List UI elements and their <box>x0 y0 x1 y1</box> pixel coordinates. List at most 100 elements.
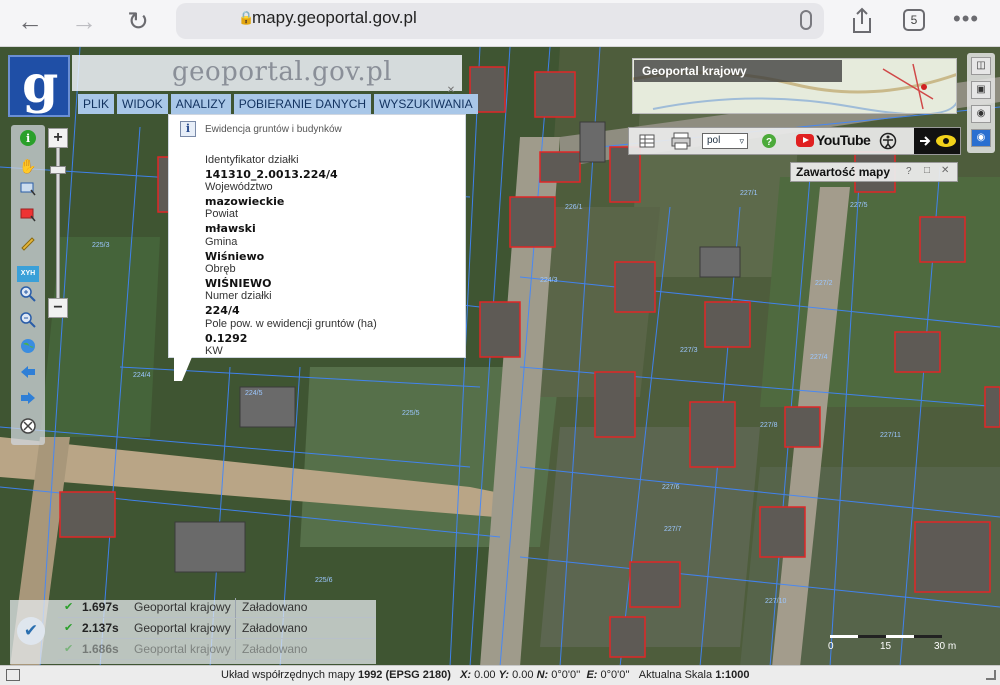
field-value-numer-dzialki: 224/4 <box>205 304 240 317</box>
parcel-label: 227/5 <box>850 202 868 209</box>
field-value-wojewodztwo: mazowieckie <box>205 195 285 208</box>
youtube-label: YouTube <box>816 132 871 148</box>
accessibility-icon[interactable] <box>879 132 897 150</box>
popup-close-icon[interactable]: ✕ <box>445 85 457 97</box>
reload-icon[interactable]: ↻ <box>120 6 156 36</box>
log-divider <box>235 640 236 660</box>
n-value: 0°0'0'' <box>551 669 581 681</box>
zoom-in-magnifier-icon[interactable] <box>16 285 40 307</box>
youtube-link[interactable]: YouTube <box>796 132 871 150</box>
log-time: 1.697s <box>82 600 119 614</box>
reset-cross-icon[interactable] <box>16 417 40 439</box>
high-contrast-toggle[interactable] <box>914 128 960 154</box>
menu-wyszukiwania[interactable]: WYSZUKIWANIA <box>374 94 478 114</box>
resize-handle-icon[interactable] <box>986 670 996 680</box>
next-view-arrow-icon[interactable] <box>16 389 40 411</box>
parcel-label: 227/8 <box>760 422 778 429</box>
parcel-label: 227/1 <box>740 190 758 197</box>
field-label-identyfikator: Identyfikator działki <box>205 154 299 166</box>
tabs-count-button[interactable]: 5 <box>903 9 925 31</box>
language-select[interactable]: pol ▿ <box>702 133 748 149</box>
parcel-label: 227/3 <box>680 347 698 354</box>
content-minimize-icon[interactable]: □ <box>924 165 930 176</box>
zoom-out-button[interactable]: − <box>48 298 68 318</box>
menu-widok[interactable]: WIDOK <box>117 94 168 114</box>
log-state: Załadowano <box>242 642 308 656</box>
parcel-label: 226/1 <box>565 204 583 211</box>
popup-pointer <box>174 357 192 381</box>
browser-toolbar: ← → ↻ 🔒 mapy.geoportal.gov.pl 5 ••• <box>0 0 1000 47</box>
language-value: pol <box>707 135 721 146</box>
overview-satellite-icon[interactable]: ▣ <box>971 81 991 99</box>
info-tool-icon[interactable]: i <box>16 129 40 151</box>
zoom-in-button[interactable]: + <box>48 128 68 148</box>
field-label-kw: KW <box>205 345 223 357</box>
overview-controls: ◫ ▣ ◉ ◉ <box>967 53 995 153</box>
map-content-title[interactable]: Zawartość mapy <box>796 165 890 179</box>
menu-plik[interactable]: PLIK <box>78 94 115 114</box>
status-text: Układ współrzędnych mapy 1992 (EPSG 2180… <box>221 669 749 681</box>
previous-view-arrow-icon[interactable] <box>16 363 40 385</box>
parcel-label: 225/3 <box>92 242 110 249</box>
print-icon[interactable] <box>671 132 691 150</box>
xyh-coordinates-icon[interactable]: XYH <box>16 259 40 282</box>
more-options-icon[interactable]: ••• <box>953 6 979 32</box>
scale-bar <box>830 635 942 638</box>
chevron-down-icon: ▿ <box>739 136 744 146</box>
field-label-powiat: Powiat <box>205 208 239 220</box>
zoom-thumb[interactable] <box>50 166 66 174</box>
overview-eye-icon[interactable]: ◉ <box>971 105 991 123</box>
youtube-play-icon <box>796 134 814 147</box>
status-bar: Układ współrzędnych mapy 1992 (EPSG 2180… <box>0 665 1000 685</box>
microphone-icon[interactable] <box>800 10 812 30</box>
e-label: E: <box>586 669 598 681</box>
menu-pobieranie-danych[interactable]: POBIERANIE DANYCH <box>233 94 372 114</box>
pencil-icon[interactable] <box>16 233 40 255</box>
parcel-label: 227/11 <box>880 432 901 439</box>
log-row: ✔ 1.697s Geoportal krajowy Załadowano <box>58 598 376 618</box>
table-icon[interactable] <box>639 133 655 149</box>
svg-text:?: ? <box>766 137 772 148</box>
log-source: Geoportal krajowy <box>134 621 231 635</box>
field-label-gmina: Gmina <box>205 236 238 248</box>
zoom-box-icon[interactable] <box>16 181 40 203</box>
forward-arrow-icon[interactable]: → <box>66 6 102 36</box>
help-icon[interactable]: ? <box>761 133 777 149</box>
x-value: 0.00 <box>474 669 496 681</box>
n-label: N: <box>536 669 549 681</box>
pan-hand-icon[interactable]: ✋ <box>16 155 40 177</box>
success-check-icon: ✔ <box>64 622 74 634</box>
back-arrow-icon[interactable]: ← <box>12 6 48 36</box>
share-icon[interactable] <box>848 6 876 36</box>
menu-analizy[interactable]: ANALIZY <box>170 94 231 114</box>
log-time: 2.137s <box>82 621 119 635</box>
geoportal-logo[interactable]: g <box>8 55 70 117</box>
parcel-label: 227/6 <box>662 484 680 491</box>
visibility-eye-icon[interactable]: ◉ <box>971 129 991 147</box>
field-value-gmina: Wiśniewo <box>205 250 265 263</box>
content-close-icon[interactable]: ✕ <box>941 165 949 176</box>
zoom-out-magnifier-icon[interactable] <box>16 311 40 333</box>
globe-full-extent-icon[interactable] <box>16 337 40 359</box>
overview-toggle-icon[interactable]: ◫ <box>971 57 991 75</box>
scale-value: 1:1000 <box>715 669 750 681</box>
checkmark-icon[interactable]: ✔ <box>17 617 45 645</box>
content-help-icon[interactable]: ? <box>906 166 912 177</box>
window-icon[interactable] <box>6 669 20 681</box>
zoom-slider: + − <box>48 128 68 318</box>
scale-label: Aktualna Skala <box>638 669 713 681</box>
parcel-label: 227/7 <box>664 526 682 533</box>
log-row: ✔ 2.137s Geoportal krajowy Załadowano <box>58 619 376 639</box>
select-area-icon[interactable] <box>16 207 40 229</box>
field-label-obreb: Obręb <box>205 263 236 275</box>
url-text[interactable]: mapy.geoportal.gov.pl <box>252 8 417 28</box>
log-state: Załadowano <box>242 621 308 635</box>
log-divider <box>235 619 236 639</box>
field-label-wojewodztwo: Województwo <box>205 181 273 193</box>
log-source: Geoportal krajowy <box>134 600 231 614</box>
parcel-label: 225/6 <box>315 577 333 584</box>
scale-labels: 0 15 30 m <box>828 641 968 653</box>
contrast-eye-icon <box>920 135 956 147</box>
field-value-pole-pow: 0.1292 <box>205 332 248 345</box>
success-check-icon: ✔ <box>64 601 74 613</box>
